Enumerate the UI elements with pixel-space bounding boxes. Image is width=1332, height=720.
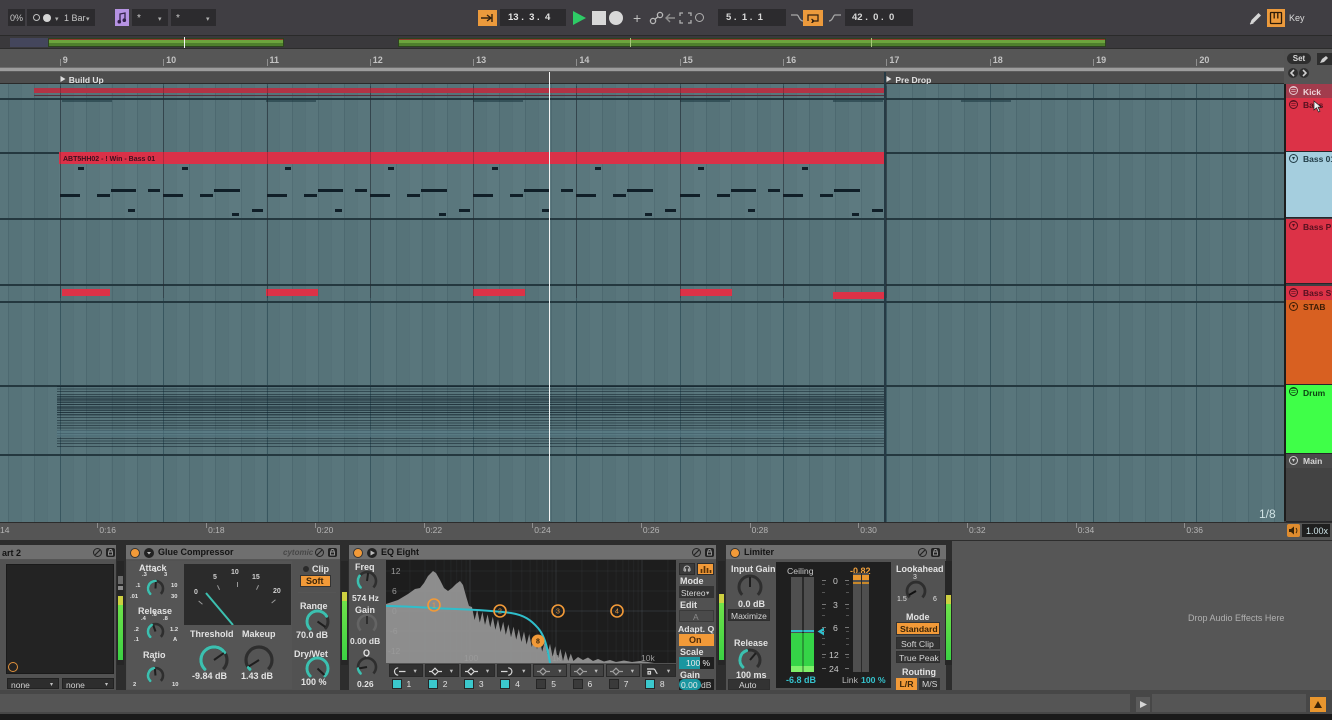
svg-text:1k: 1k	[552, 653, 562, 663]
svg-text:8: 8	[536, 639, 540, 646]
svg-text:-6: -6	[390, 626, 398, 636]
svg-text:4: 4	[615, 609, 619, 616]
svg-text:-12: -12	[388, 646, 401, 656]
svg-text:3: 3	[556, 609, 560, 616]
svg-text:6: 6	[392, 586, 397, 596]
svg-text:0: 0	[392, 606, 397, 616]
svg-text:1: 1	[432, 603, 436, 610]
svg-text:12: 12	[391, 566, 401, 576]
svg-text:100: 100	[464, 653, 478, 663]
svg-text:10k: 10k	[641, 653, 655, 663]
svg-text:2: 2	[498, 609, 502, 616]
